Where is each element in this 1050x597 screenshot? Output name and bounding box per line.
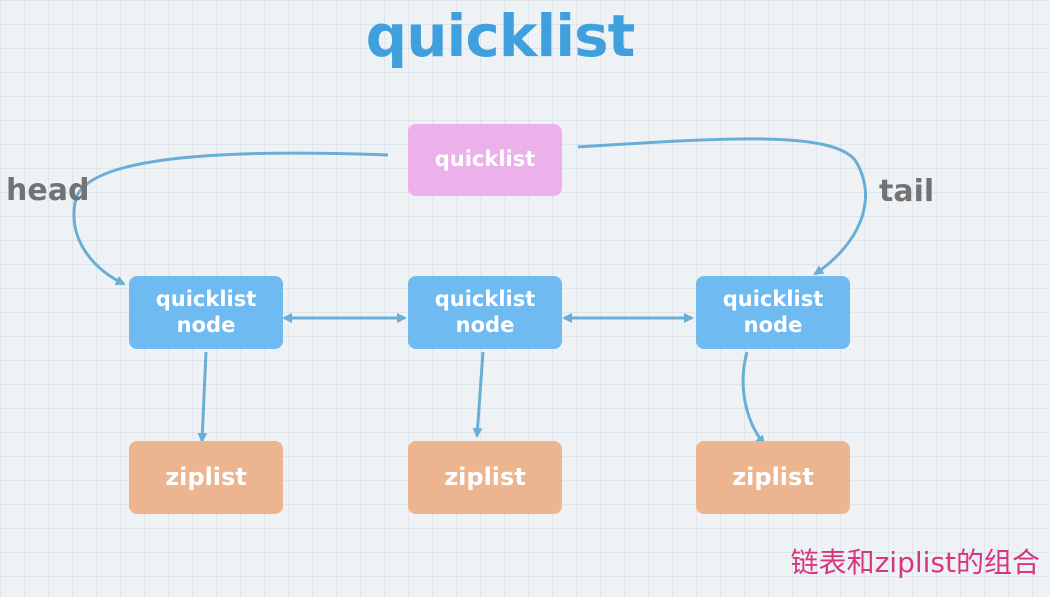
quicklist-header-label: quicklist	[434, 147, 536, 172]
node-1-line2: node	[176, 312, 236, 337]
node3-ziplist-arrow	[741, 351, 766, 446]
node-1-line1: quicklist	[155, 287, 257, 312]
ziplist-box-2: ziplist	[408, 441, 562, 514]
node2-ziplist-arrow	[472, 351, 485, 438]
node-3-line2: node	[743, 312, 803, 337]
node-2-line2: node	[455, 312, 515, 337]
quicklist-node-3: quicklist node	[696, 276, 850, 349]
head-label: head	[6, 173, 90, 208]
node1-ziplist-arrow	[197, 351, 208, 443]
ziplist-box-3: ziplist	[696, 441, 850, 514]
tail-pointer-arrow	[577, 137, 867, 276]
ziplist-1-label: ziplist	[165, 463, 247, 492]
quicklist-header-box: quicklist	[408, 124, 562, 196]
quicklist-node-1: quicklist node	[129, 276, 283, 349]
node-2-line1: quicklist	[434, 287, 536, 312]
ziplist-2-label: ziplist	[444, 463, 526, 492]
quicklist-node-2: quicklist node	[408, 276, 562, 349]
ziplist-box-1: ziplist	[129, 441, 283, 514]
ziplist-3-label: ziplist	[732, 463, 814, 492]
head-pointer-arrow	[72, 151, 389, 286]
node-3-line1: quicklist	[722, 287, 824, 312]
diagram-caption: 链表和ziplist的组合	[790, 546, 1040, 579]
tail-label: tail	[879, 174, 935, 209]
